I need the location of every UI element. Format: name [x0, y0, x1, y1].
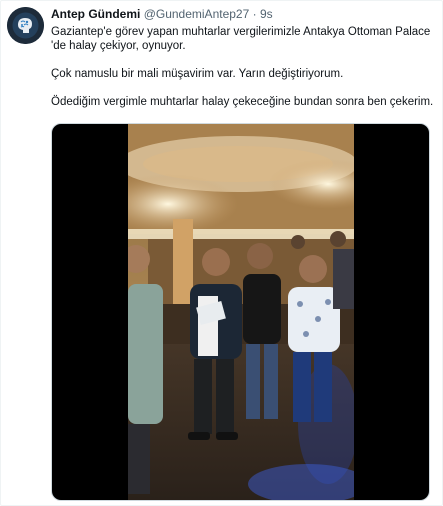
author-name[interactable]: Antep Gündemi [51, 7, 140, 21]
brain-logo-icon [7, 7, 44, 44]
tweet-text-paragraph-3: Ödediğim vergimle muhtarlar halay çekece… [51, 96, 434, 108]
author-avatar[interactable] [7, 7, 44, 44]
author-handle[interactable]: @GundemiAntep27 [144, 7, 250, 21]
tweet-text-paragraph-1: Gaziantep'e görev yapan muhtarlar vergil… [51, 26, 431, 52]
video-frame [128, 124, 354, 500]
tweet-text: Gaziantep'e görev yapan muhtarlar vergil… [51, 25, 437, 109]
tweet-header: Antep Gündemi @GundemiAntep27 · 9s [51, 7, 273, 22]
tweet-text-paragraph-2: Çok namuslu bir mali müşavirim var. Yarı… [51, 68, 344, 80]
separator-dot: · [252, 7, 257, 21]
tweet-card[interactable]: Antep Gündemi @GundemiAntep27 · 9s Gazia… [0, 0, 443, 506]
video-scene [128, 124, 354, 500]
tweet-video[interactable] [51, 123, 430, 501]
tweet-timestamp[interactable]: 9s [260, 7, 273, 21]
